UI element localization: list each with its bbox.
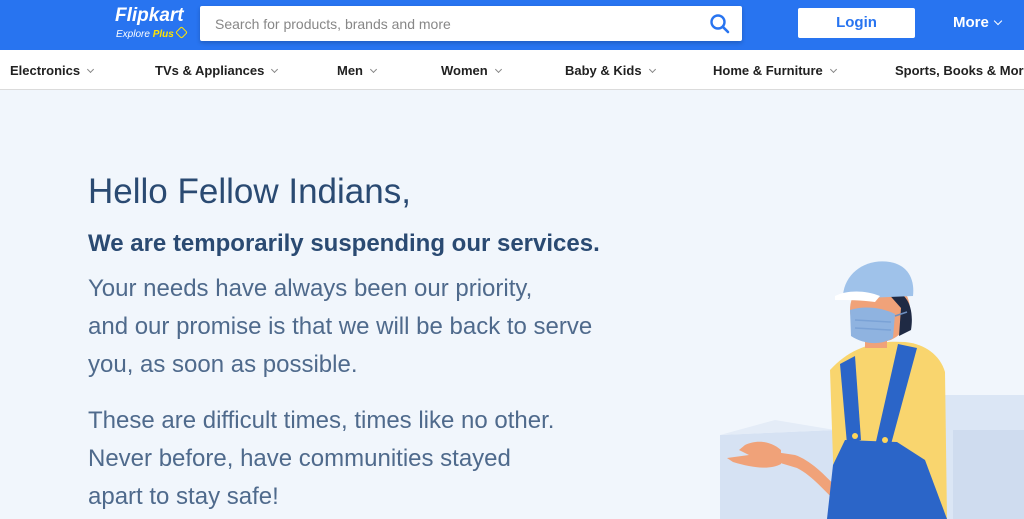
more-menu[interactable]: More xyxy=(953,14,1003,32)
suspension-notice: Hello Fellow Indians, We are temporarily… xyxy=(0,90,1024,519)
paragraph-line: and our promise is that we will be back … xyxy=(88,313,593,340)
category-nav: Electronics TVs & Appliances Men Women B… xyxy=(0,50,1024,90)
chevron-down-icon xyxy=(829,65,837,74)
logo-tagline-plus: Plus xyxy=(152,29,174,40)
paragraph-line: apart to stay safe! xyxy=(88,483,279,510)
category-tvs-appliances[interactable]: TVs & Appliances xyxy=(155,63,279,79)
category-label: Baby & Kids xyxy=(565,63,642,78)
plus-icon xyxy=(174,26,188,39)
suspension-headline: We are temporarily suspending our servic… xyxy=(88,230,600,257)
paragraph-line: Your needs have always been our priority… xyxy=(88,275,533,302)
logo-tagline: Explore Plus xyxy=(116,26,188,41)
category-women[interactable]: Women xyxy=(441,63,502,79)
category-label: Men xyxy=(337,63,363,78)
paragraph-line: These are difficult times, times like no… xyxy=(88,407,555,434)
chevron-down-icon xyxy=(993,16,1003,26)
category-electronics[interactable]: Electronics xyxy=(10,63,95,79)
difficult-times-paragraph: These are difficult times, times like no… xyxy=(88,402,554,516)
search-bar xyxy=(200,6,742,41)
category-sports-books-more[interactable]: Sports, Books & More xyxy=(895,63,1024,79)
category-men[interactable]: Men xyxy=(337,63,378,79)
chevron-down-icon xyxy=(494,65,502,74)
category-home-furniture[interactable]: Home & Furniture xyxy=(713,63,837,79)
chevron-down-icon xyxy=(369,65,378,74)
category-baby-kids[interactable]: Baby & Kids xyxy=(565,63,656,79)
greeting-heading: Hello Fellow Indians, xyxy=(88,172,411,211)
search-input[interactable] xyxy=(200,6,700,41)
category-label: TVs & Appliances xyxy=(155,63,265,78)
chevron-down-icon xyxy=(271,65,279,74)
priority-paragraph: Your needs have always been our priority… xyxy=(88,270,592,384)
search-button[interactable] xyxy=(708,12,732,36)
chevron-down-icon xyxy=(648,65,656,74)
category-label: Women xyxy=(441,63,488,78)
paragraph-line: you, as soon as possible. xyxy=(88,351,358,378)
flipkart-logo[interactable]: Flipkart Explore Plus xyxy=(115,6,195,42)
search-icon xyxy=(710,14,730,34)
logo-name: Flipkart xyxy=(115,5,184,26)
more-label: More xyxy=(953,14,989,31)
category-label: Electronics xyxy=(10,63,81,78)
login-button[interactable]: Login xyxy=(798,8,915,38)
chevron-down-icon xyxy=(87,65,95,74)
category-label: Home & Furniture xyxy=(713,63,823,78)
logo-tagline-prefix: Explore xyxy=(116,29,150,40)
category-label: Sports, Books & More xyxy=(895,63,1024,78)
masked-delivery-person-illustration xyxy=(720,261,1024,519)
top-header: Flipkart Explore Plus Login More xyxy=(0,0,1024,50)
paragraph-line: Never before, have communities stayed xyxy=(88,445,511,472)
